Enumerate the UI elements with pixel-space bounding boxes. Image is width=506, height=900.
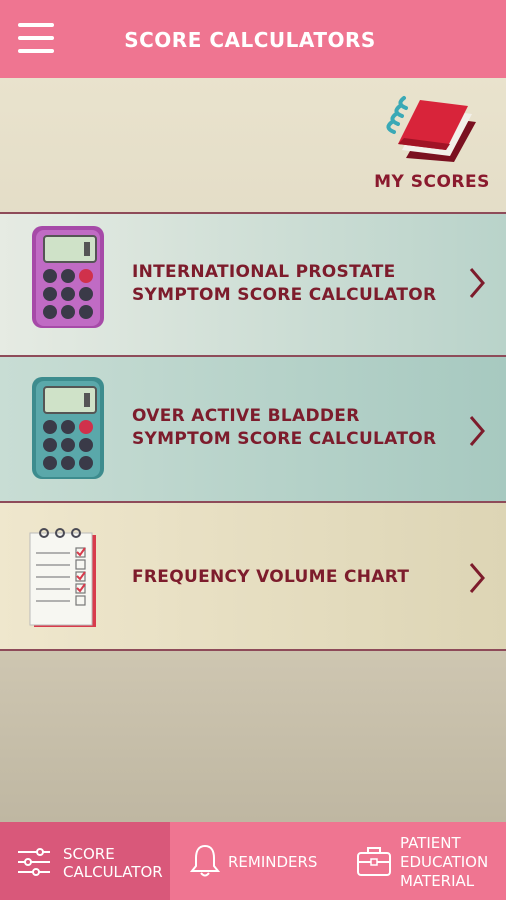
bottom-navigation: SCORE CALCULATOR REMINDERS PATIENT EDUCATI… (0, 822, 506, 900)
list-item-oab[interactable]: OVER ACTIVE BLADDER SYMPTOM SCORE CALCULA… (0, 357, 506, 501)
tab-reminders[interactable]: REMINDERS (170, 822, 338, 900)
checklist-icon (29, 528, 96, 627)
page-title: SCORE CALCULATORS (124, 28, 376, 52)
tab-patient-education-material[interactable]: PATIENT EDUCATION MATERIAL (338, 822, 506, 900)
divider (0, 649, 506, 651)
row-label: INTERNATIONAL PROSTATE SYMPTOM SCORE CALC… (132, 262, 437, 305)
tab-label: SCORE CALCULATOR (63, 845, 163, 881)
calculator-icon (32, 377, 104, 479)
tab-score-calculator[interactable]: SCORE CALCULATOR (0, 822, 170, 900)
row-label: FREQUENCY VOLUME CHART (132, 567, 410, 587)
notebook-icon (386, 96, 476, 162)
chevron-right-icon (469, 563, 485, 593)
briefcase-icon (357, 847, 391, 876)
sliders-icon (18, 848, 50, 876)
my-scores-button[interactable]: MY SCORES (372, 88, 492, 206)
row-label: OVER ACTIVE BLADDER SYMPTOM SCORE CALCULA… (132, 406, 437, 449)
chevron-right-icon (469, 268, 485, 298)
list-item-ipss[interactable]: INTERNATIONAL PROSTATE SYMPTOM SCORE CALC… (0, 214, 506, 355)
list-item-frequency-volume-chart[interactable]: FREQUENCY VOLUME CHART (0, 503, 506, 649)
chevron-right-icon (469, 416, 485, 446)
my-scores-label: MY SCORES (374, 172, 490, 192)
top-app-bar: SCORE CALCULATORS (0, 0, 506, 78)
bell-icon (190, 844, 220, 877)
tab-label: PATIENT EDUCATION MATERIAL (400, 834, 489, 890)
tab-label: REMINDERS (228, 853, 318, 871)
calculator-icon (32, 226, 104, 328)
